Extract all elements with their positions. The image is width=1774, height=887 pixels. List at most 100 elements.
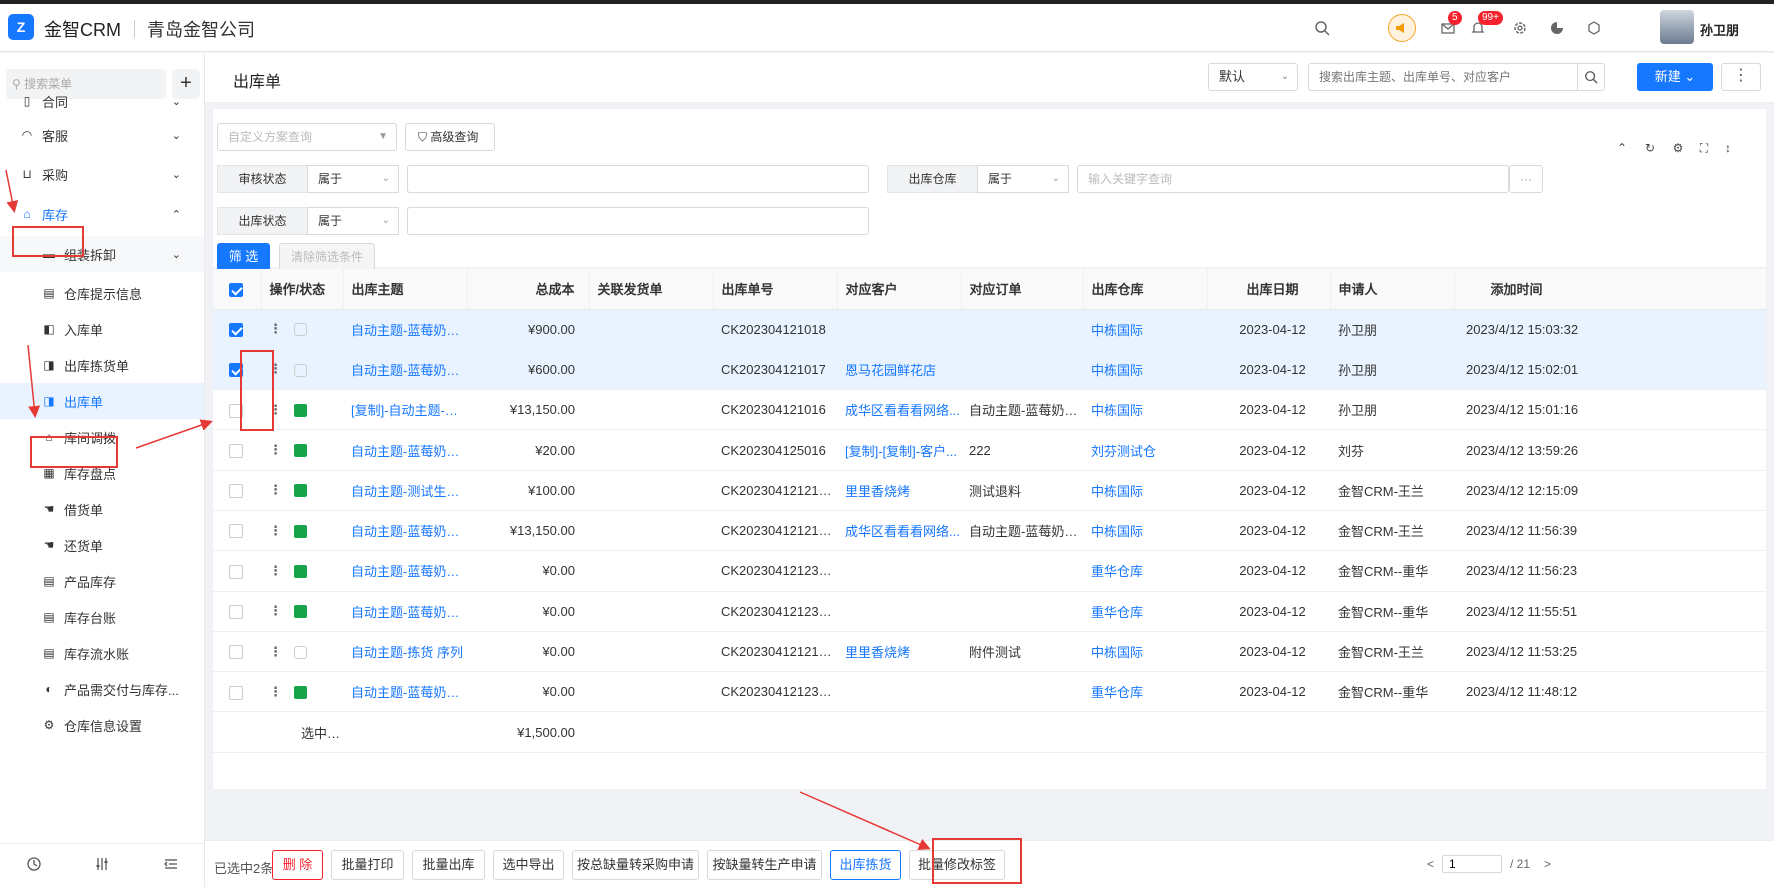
row-actions-cell[interactable]: ⋮ (261, 550, 343, 592)
history-icon[interactable] (26, 856, 42, 875)
row-actions-cell[interactable]: ⋮ (261, 389, 343, 431)
column-header[interactable]: 对应订单 (961, 269, 1084, 310)
row-actions-cell[interactable]: ⋮ (261, 309, 343, 350)
cell-customer[interactable]: [复制]-[复制]-客户... (837, 429, 961, 471)
row-actions-cell[interactable]: ⋮ (261, 671, 343, 713)
column-header[interactable]: 出库仓库 (1083, 269, 1208, 310)
more-vertical-icon[interactable]: ⋮ (269, 482, 282, 497)
row-checkbox[interactable] (229, 322, 243, 337)
more-options-button[interactable]: ⋮ (1721, 63, 1761, 91)
column-header[interactable]: 添加时间 (1454, 269, 1766, 310)
sidebar-item-service[interactable]: ◠ 客服 ⌄ (0, 117, 204, 153)
row-checkbox[interactable] (229, 524, 243, 539)
prev-page-button[interactable]: < (1427, 857, 1434, 871)
column-header[interactable]: 操作/状态 (261, 269, 344, 310)
outbound-status-operator-select[interactable]: 属于 ⌄ (307, 207, 399, 235)
cube-icon[interactable] (1582, 16, 1606, 40)
table-row[interactable]: ⋮ 自动主题-蓝莓奶油... ¥20.00 CK202304125016 [复制… (213, 429, 1766, 471)
warehouse-input[interactable]: 输入关键字查询 (1077, 165, 1509, 193)
row-select-cell[interactable] (213, 671, 261, 713)
cell-topic[interactable]: 自动主题-蓝莓奶油... (343, 671, 467, 713)
batch-edit-tags-button[interactable]: 批量修改标签 (909, 850, 1005, 880)
filter-button[interactable]: 筛 选 (217, 243, 270, 271)
view-select[interactable]: 默认 ⌄ (1208, 63, 1298, 91)
row-actions-cell[interactable]: ⋮ (261, 429, 343, 471)
row-checkbox[interactable] (229, 645, 243, 660)
column-header[interactable]: 申请人 (1330, 269, 1455, 310)
row-checkbox[interactable] (229, 403, 243, 418)
sidebar-item-ledger[interactable]: ▤ 库存台账 (0, 599, 204, 635)
sliders-icon[interactable] (94, 856, 110, 875)
outbound-status-input[interactable] (407, 207, 869, 235)
cell-warehouse[interactable]: 重华仓库 (1083, 591, 1207, 632)
delete-button[interactable]: 删 除 (272, 850, 323, 880)
table-row[interactable]: ⋮ 自动主题-蓝莓奶油... ¥600.00 CK202304121017 恩马… (213, 349, 1766, 391)
gear-icon[interactable] (1508, 16, 1532, 40)
sidebar-item-transfer[interactable]: ⌂ 库间调拨 (0, 419, 204, 455)
cell-warehouse[interactable]: 中栋国际 (1083, 510, 1207, 552)
pie-chart-icon[interactable] (1545, 16, 1569, 40)
sidebar-item-demand[interactable]: ◐ 产品需交付与库存... (0, 671, 204, 707)
warehouse-operator-select[interactable]: 属于 ⌄ (977, 165, 1069, 193)
sidebar-item-inventory[interactable]: ⌂ 库存 ⌃ (0, 196, 204, 232)
company-name[interactable]: 青岛金智公司 (147, 16, 255, 42)
cell-customer[interactable] (837, 550, 961, 592)
row-select-cell[interactable] (213, 389, 261, 431)
cell-warehouse[interactable]: 重华仓库 (1083, 671, 1207, 713)
settings-icon[interactable]: ⚙ (1669, 139, 1687, 157)
cell-warehouse[interactable]: 中栋国际 (1083, 631, 1207, 673)
cell-topic[interactable]: 自动主题-拣货 序列 (343, 631, 467, 673)
more-vertical-icon[interactable]: ⋮ (269, 563, 282, 578)
column-header[interactable]: 出库单号 (713, 269, 838, 310)
cell-topic[interactable]: 自动主题-蓝莓奶油... (343, 510, 467, 552)
megaphone-icon[interactable] (1388, 14, 1416, 42)
sidebar-item-return[interactable]: ☚ 还货单 (0, 527, 204, 563)
row-checkbox[interactable] (229, 605, 243, 619)
cell-warehouse[interactable]: 中栋国际 (1083, 349, 1207, 391)
sidebar-item-warehouse-tips[interactable]: ▤ 仓库提示信息 (0, 275, 204, 311)
bell-icon[interactable]: 99+ (1466, 11, 1503, 40)
next-page-button[interactable]: > (1544, 857, 1551, 871)
row-checkbox[interactable] (229, 484, 243, 499)
cell-customer[interactable]: 成华区看看看网络... (837, 389, 961, 431)
sidebar-item-warehouse-settings[interactable]: ⚙ 仓库信息设置 (0, 707, 204, 743)
collapse-up-icon[interactable]: ⌃ (1613, 139, 1631, 157)
cell-topic[interactable]: 自动主题-蓝莓奶油... (343, 349, 467, 391)
resize-vertical-icon[interactable]: ↕ (1719, 139, 1737, 157)
column-header[interactable]: 总成本 (467, 269, 590, 310)
select-all-cell[interactable] (213, 269, 262, 310)
table-row[interactable]: ⋮ 自动主题-测试生产... ¥100.00 CK202304121213017… (213, 470, 1766, 511)
row-actions-cell[interactable]: ⋮ (261, 591, 343, 632)
column-header[interactable]: 关联发货单 (589, 269, 714, 310)
table-row[interactable]: ⋮ 自动主题-蓝莓奶油... ¥0.00 CK202304121236013 重… (213, 671, 1766, 713)
cell-topic[interactable]: 自动主题-蓝莓奶油... (343, 309, 467, 350)
mail-icon[interactable]: 5 (1436, 11, 1462, 40)
more-vertical-icon[interactable]: ⋮ (269, 603, 282, 618)
cell-customer[interactable]: 里里香烧烤 (837, 470, 961, 511)
new-button[interactable]: 新建 ⌄ (1637, 63, 1713, 91)
cell-customer[interactable] (837, 671, 961, 713)
cell-warehouse[interactable]: 中栋国际 (1083, 389, 1207, 431)
cell-topic[interactable]: 自动主题-蓝莓奶油... (343, 429, 467, 471)
column-header[interactable]: 出库日期 (1207, 269, 1331, 310)
search-button[interactable] (1577, 63, 1605, 91)
audit-status-input[interactable] (407, 165, 869, 193)
sidebar-item-inbound[interactable]: ◧ 入库单 (0, 311, 204, 347)
table-row[interactable]: ⋮ 自动主题-蓝莓奶油... ¥0.00 CK202304121236014 重… (213, 591, 1766, 632)
row-checkbox[interactable] (229, 564, 243, 579)
cell-topic[interactable]: 自动主题-蓝莓奶油... (343, 550, 467, 592)
sidebar-item-purchase[interactable]: ⊔ 采购 ⌄ (0, 156, 204, 192)
clear-filter-button[interactable]: 清除筛选条件 (279, 243, 375, 271)
more-vertical-icon[interactable]: ⋮ (269, 523, 282, 538)
cell-customer[interactable]: 里里香烧烤 (837, 631, 961, 673)
row-select-cell[interactable] (213, 510, 261, 552)
more-vertical-icon[interactable]: ⋮ (269, 442, 282, 457)
cell-customer[interactable] (837, 591, 961, 632)
row-select-cell[interactable] (213, 429, 261, 471)
cell-topic[interactable]: 自动主题-蓝莓奶油... (343, 591, 467, 632)
more-vertical-icon[interactable]: ⋮ (269, 361, 282, 376)
search-icon[interactable] (1310, 16, 1334, 40)
cell-customer[interactable] (837, 309, 961, 350)
user-name[interactable]: 孙卫朋 (1700, 20, 1739, 39)
batch-print-button[interactable]: 批量打印 (331, 850, 404, 880)
